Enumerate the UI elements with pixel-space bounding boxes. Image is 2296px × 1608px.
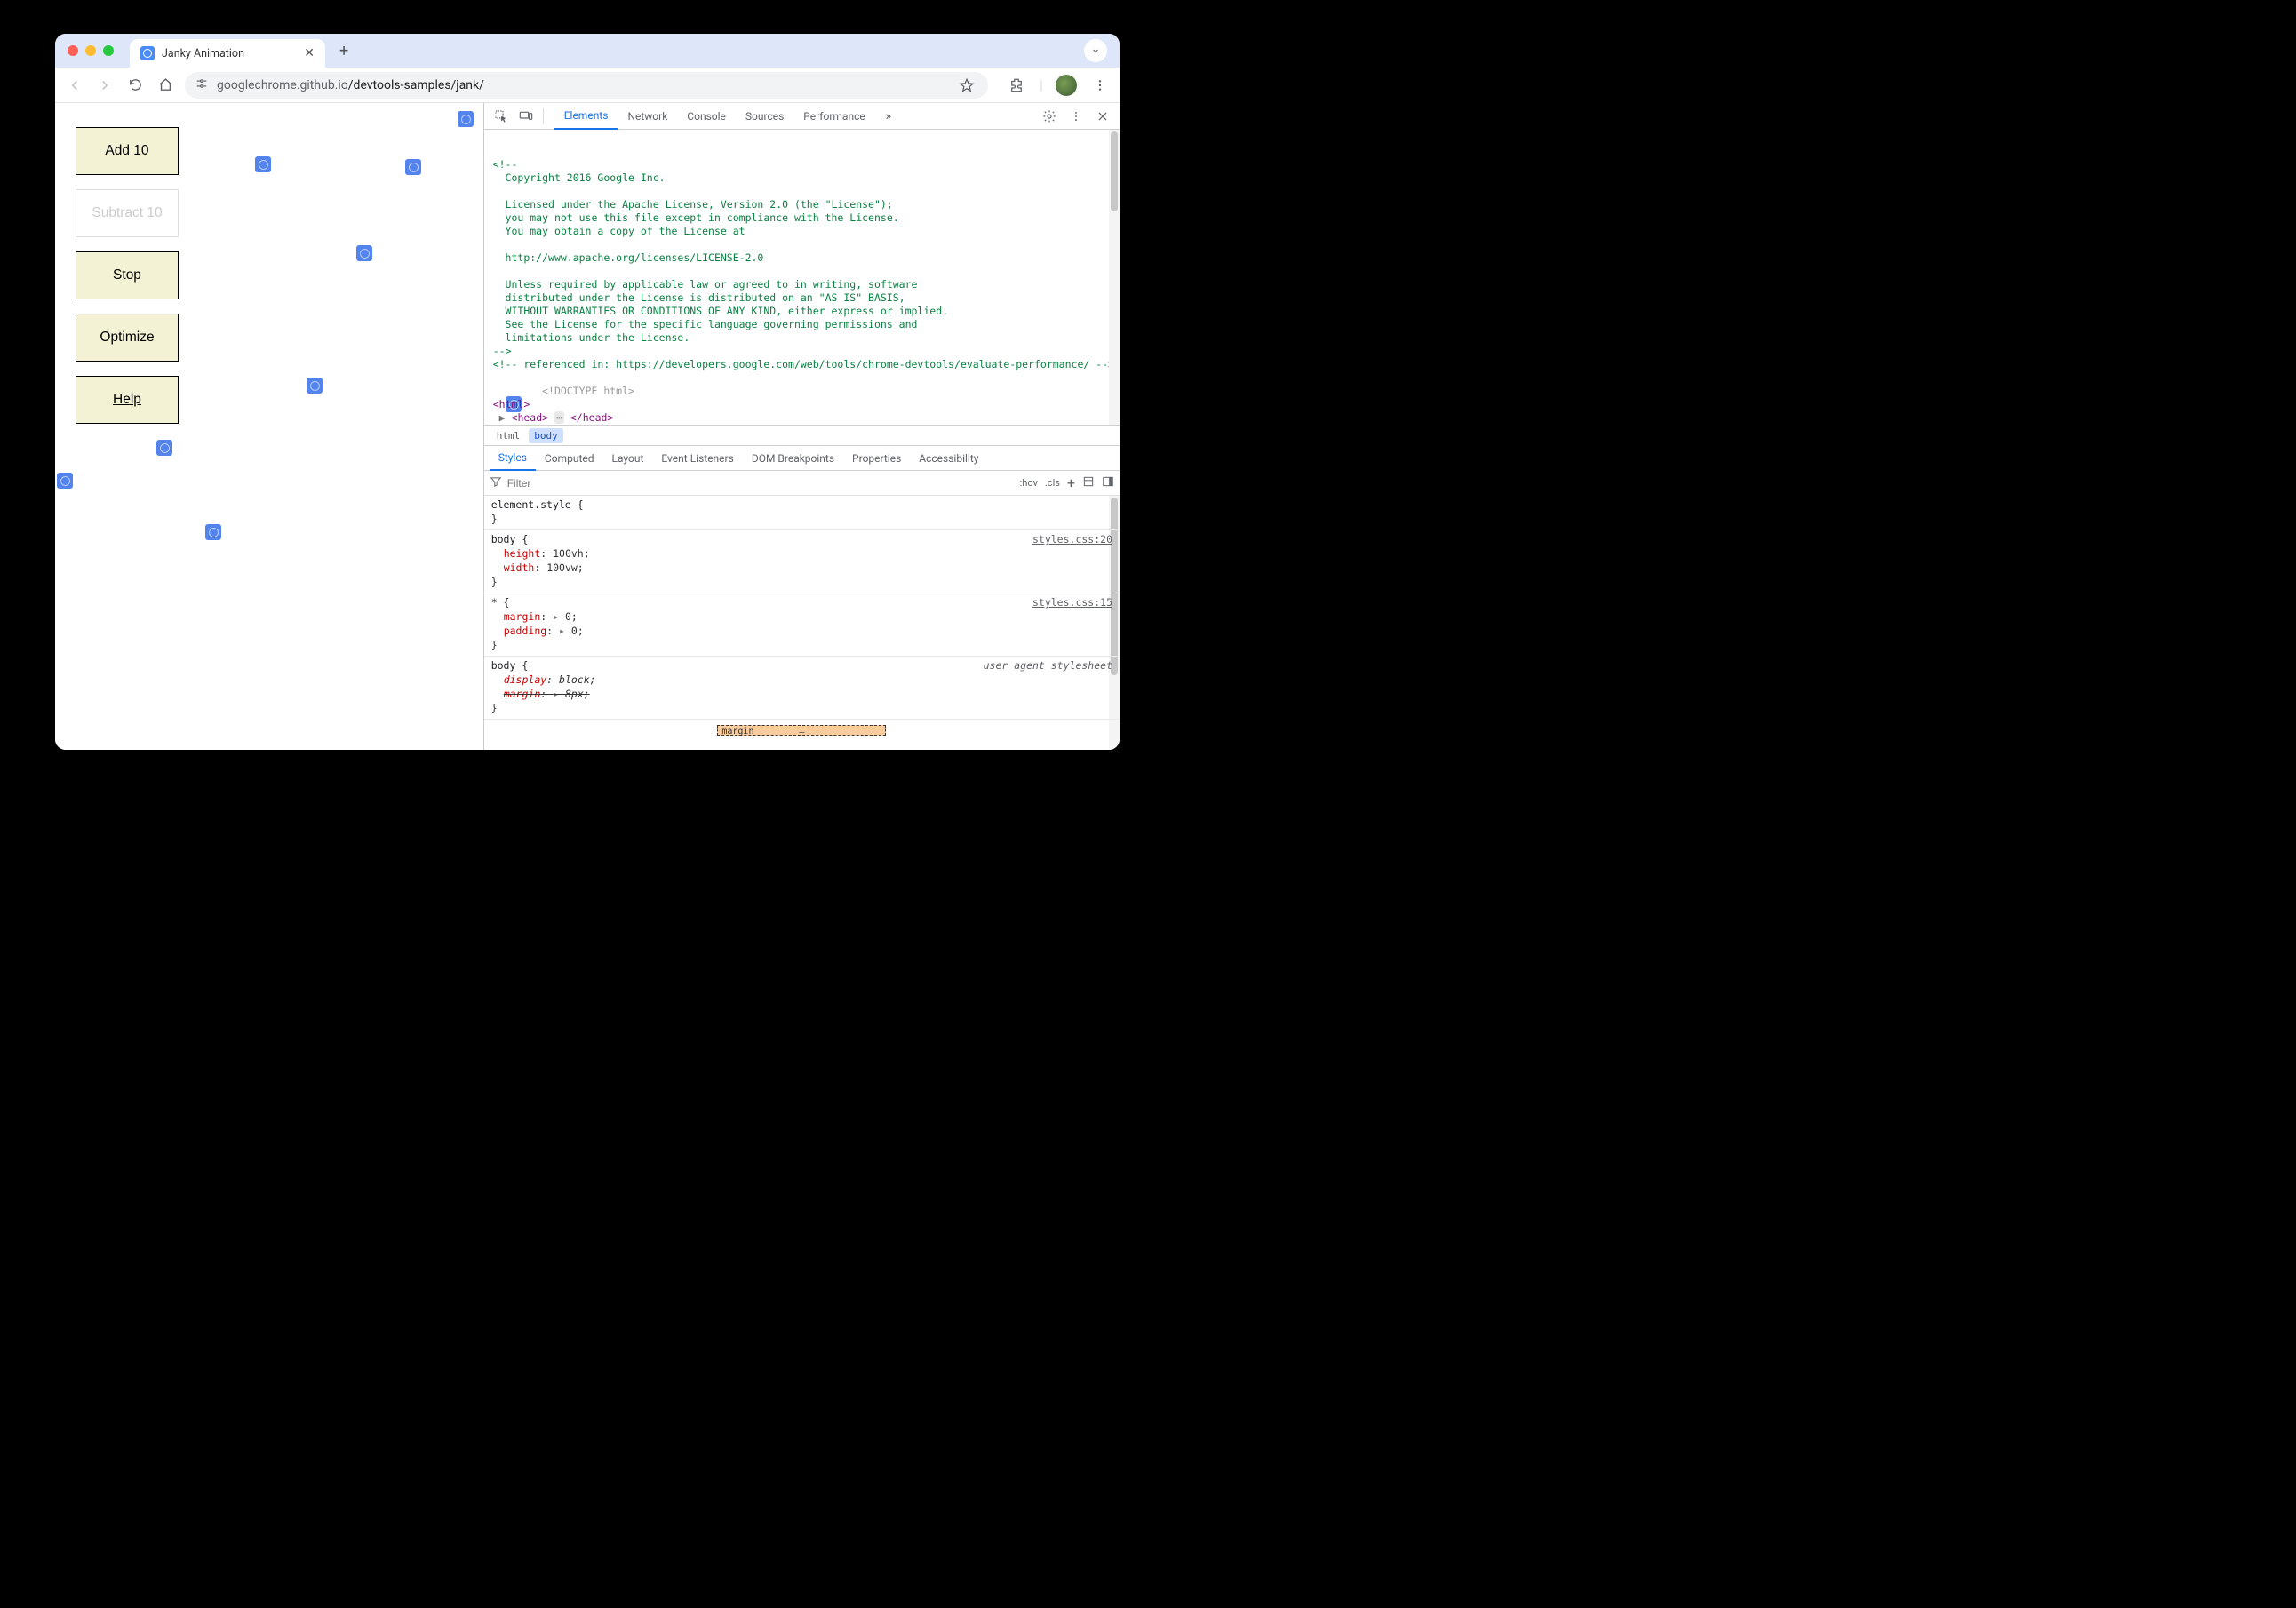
doctype-node: <!DOCTYPE html> (542, 385, 634, 397)
sprite-icon (307, 378, 323, 394)
favicon-icon (140, 46, 155, 60)
styles-tab-event-listeners[interactable]: Event Listeners (652, 446, 742, 471)
styles-tab-dom-breakpoints[interactable]: DOM Breakpoints (743, 446, 843, 471)
devtools-menu-button[interactable] (1064, 105, 1088, 128)
cls-toggle[interactable]: .cls (1045, 477, 1060, 489)
controls-panel: Add 10 Subtract 10 Stop Optimize Help (76, 127, 179, 424)
styles-tab-layout[interactable]: Layout (603, 446, 653, 471)
devtools-close-button[interactable] (1091, 105, 1114, 128)
tabs-dropdown-button[interactable] (1084, 39, 1107, 62)
toggle-sidebar-button[interactable] (1102, 475, 1114, 490)
omnibox[interactable]: googlechrome.github.io/devtools-samples/… (185, 72, 988, 99)
devtools-panel: ElementsNetworkConsoleSourcesPerformance… (483, 103, 1120, 750)
hover-toggle[interactable]: :hov (1020, 477, 1038, 489)
styles-tab-computed[interactable]: Computed (536, 446, 603, 471)
styles-tab-accessibility[interactable]: Accessibility (910, 446, 987, 471)
styles-filter-input[interactable] (507, 477, 1015, 490)
extensions-button[interactable] (1006, 75, 1027, 96)
html-node[interactable]: <html> (493, 398, 530, 410)
chevron-down-icon (1090, 45, 1101, 56)
inspect-element-button[interactable] (490, 105, 513, 128)
rule-source-link: user agent stylesheet (984, 658, 1112, 673)
css-rule[interactable]: styles.css:15* {margin: ▸ 0;padding: ▸ 0… (484, 593, 1120, 657)
styles-pane[interactable]: element.style {}styles.css:20body {heigh… (484, 496, 1120, 750)
sprite-icon (205, 524, 221, 540)
profile-button[interactable] (1056, 75, 1077, 96)
expand-toggle[interactable]: ▶ (499, 411, 506, 424)
box-model[interactable]: margin– (484, 720, 1120, 736)
ellipsis-icon[interactable]: ⋯ (554, 411, 564, 424)
close-window-button[interactable] (68, 45, 78, 56)
breadcrumb-body[interactable]: body (529, 428, 563, 443)
home-button[interactable] (155, 75, 176, 96)
site-settings-icon[interactable] (195, 77, 208, 93)
help-button[interactable]: Help (76, 376, 179, 424)
devtools-tab-console[interactable]: Console (677, 103, 736, 130)
minimize-window-button[interactable] (85, 45, 96, 56)
breadcrumb: htmlbody (484, 425, 1120, 446)
browser-menu-button[interactable] (1089, 75, 1111, 96)
device-toolbar-button[interactable] (514, 105, 538, 128)
maximize-window-button[interactable] (103, 45, 114, 56)
sprite-icon (156, 440, 172, 456)
subtract-button[interactable]: Subtract 10 (76, 189, 179, 237)
filter-icon (490, 475, 502, 490)
styles-tab-styles[interactable]: Styles (490, 446, 536, 471)
reload-button[interactable] (124, 75, 146, 96)
rule-source-link[interactable]: styles.css:20 (1032, 532, 1112, 546)
new-tab-button[interactable]: + (332, 42, 355, 60)
stop-button[interactable]: Stop (76, 251, 179, 299)
devtools-tabbar: ElementsNetworkConsoleSourcesPerformance… (484, 103, 1120, 130)
sprite-icon (356, 245, 372, 261)
sprite-icon (57, 473, 73, 489)
titlebar: Janky Animation ✕ + (55, 34, 1120, 68)
browser-tab[interactable]: Janky Animation ✕ (130, 39, 325, 68)
sprite-icon (405, 159, 421, 175)
new-style-rule-button[interactable]: + (1067, 474, 1075, 491)
sprite-icon (255, 156, 271, 172)
devtools-tab-network[interactable]: Network (618, 103, 677, 130)
sprite-icon (458, 111, 474, 127)
more-tabs-button[interactable]: » (877, 105, 900, 128)
devtools-tab-elements[interactable]: Elements (554, 103, 618, 130)
add-button[interactable]: Add 10 (76, 127, 179, 175)
content-area: Add 10 Subtract 10 Stop Optimize Help El… (55, 103, 1120, 750)
computed-styles-button[interactable] (1082, 475, 1095, 490)
rule-source-link[interactable]: styles.css:15 (1032, 595, 1112, 609)
devtools-settings-button[interactable] (1038, 105, 1061, 128)
head-node[interactable]: <head> (512, 411, 549, 424)
back-button[interactable] (64, 75, 85, 96)
bookmark-button[interactable] (956, 75, 977, 96)
optimize-button[interactable]: Optimize (76, 314, 179, 362)
devtools-tab-performance[interactable]: Performance (793, 103, 874, 130)
css-rule[interactable]: user agent stylesheetbody {display: bloc… (484, 657, 1120, 720)
url-text: googlechrome.github.io/devtools-samples/… (217, 78, 484, 92)
css-rule[interactable]: styles.css:20body {height: 100vh;width: … (484, 530, 1120, 593)
tab-title: Janky Animation (162, 47, 244, 60)
traffic-lights (68, 45, 114, 56)
css-rule[interactable]: element.style {} (484, 496, 1120, 530)
rendered-page: Add 10 Subtract 10 Stop Optimize Help (55, 103, 483, 750)
styles-filter-bar: :hov .cls + (484, 471, 1120, 496)
styles-tabbar: StylesComputedLayoutEvent ListenersDOM B… (484, 446, 1120, 471)
scrollbar[interactable] (1109, 130, 1120, 425)
breadcrumb-html[interactable]: html (491, 428, 526, 443)
styles-tab-properties[interactable]: Properties (843, 446, 910, 471)
close-tab-button[interactable]: ✕ (304, 46, 315, 60)
elements-tree[interactable]: <!-- Copyright 2016 Google Inc. Licensed… (484, 130, 1120, 425)
address-bar: googlechrome.github.io/devtools-samples/… (55, 68, 1120, 103)
forward-button[interactable] (94, 75, 116, 96)
browser-window: Janky Animation ✕ + googlechrome.github.… (55, 34, 1120, 750)
devtools-tab-sources[interactable]: Sources (736, 103, 793, 130)
